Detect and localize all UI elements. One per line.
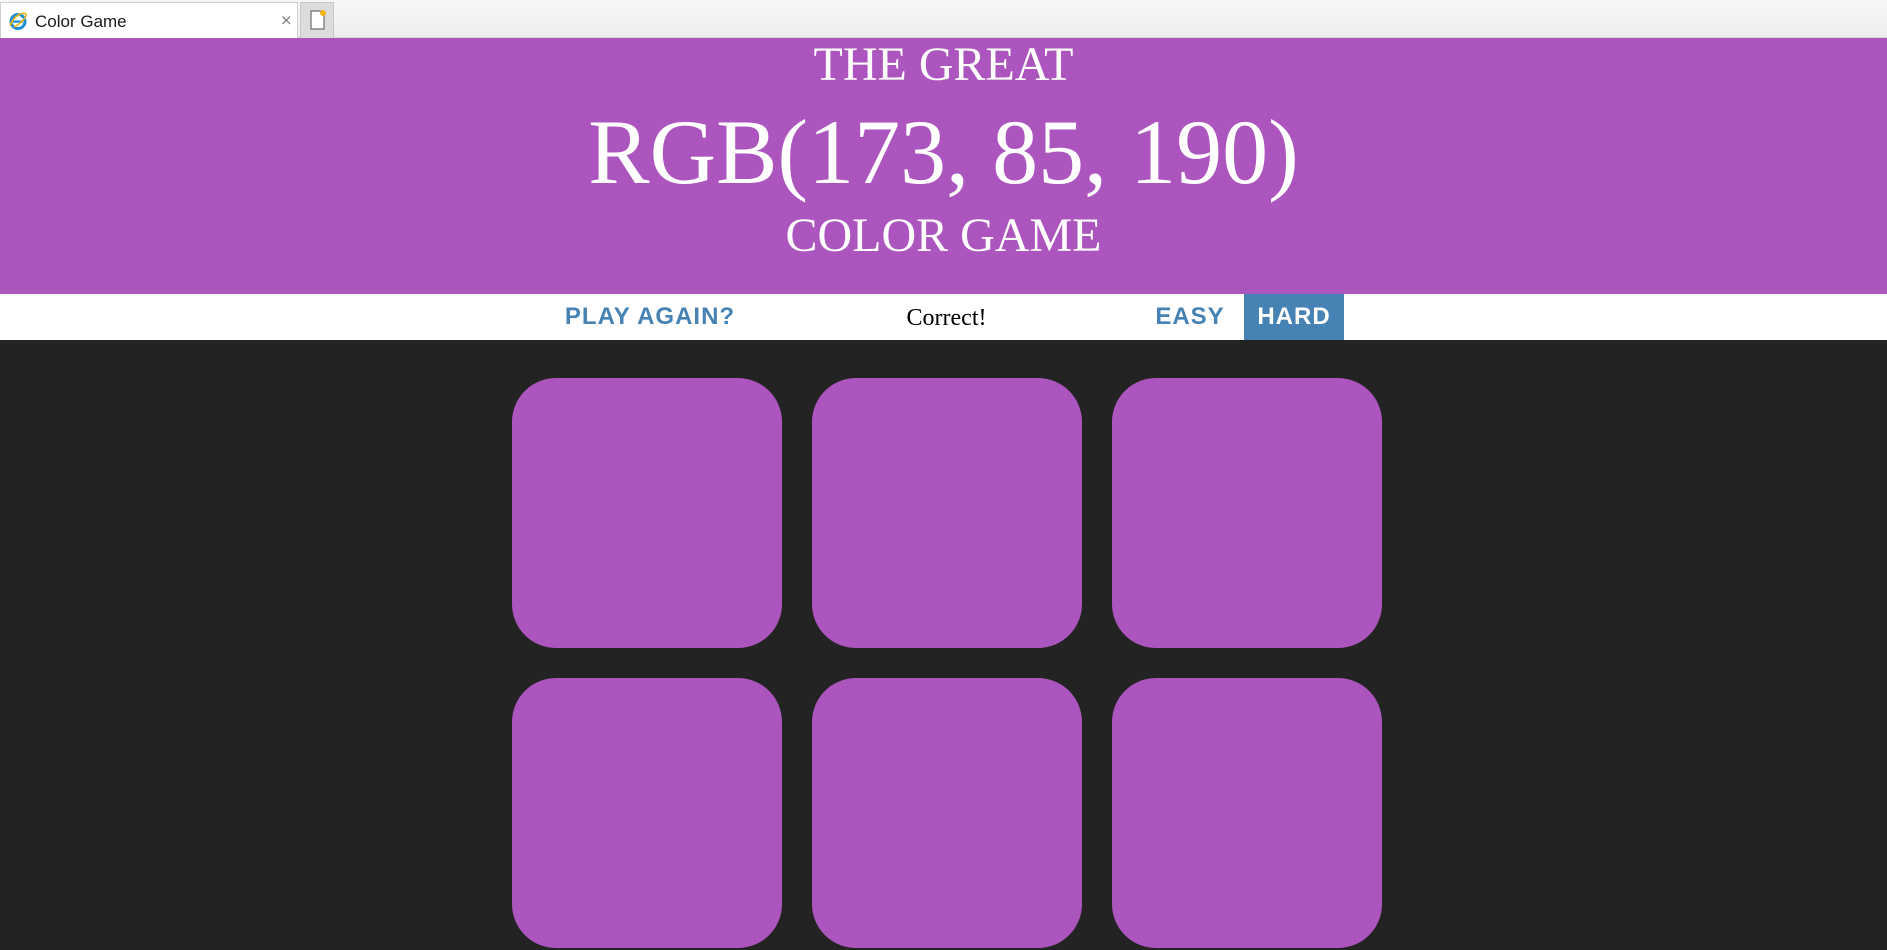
new-tab-button[interactable] bbox=[300, 2, 334, 38]
hard-mode-button[interactable]: HARD bbox=[1244, 294, 1344, 340]
header-title-top: THE GREAT bbox=[813, 38, 1074, 91]
color-square[interactable] bbox=[812, 378, 1082, 648]
color-square[interactable] bbox=[1112, 678, 1382, 948]
color-square[interactable] bbox=[812, 678, 1082, 948]
status-message: Correct! bbox=[906, 305, 987, 331]
control-bar: PLAY AGAIN? Correct! EASY HARD bbox=[0, 294, 1887, 340]
color-square[interactable] bbox=[512, 678, 782, 948]
browser-tab[interactable]: Color Game × bbox=[0, 2, 298, 38]
squares-container bbox=[0, 340, 1887, 950]
tab-title: Color Game bbox=[35, 12, 127, 31]
tab-close-icon[interactable]: × bbox=[280, 11, 293, 29]
browser-tab-strip: Color Game × bbox=[0, 0, 1887, 38]
game-header: THE GREAT RGB(173, 85, 190) COLOR GAME bbox=[0, 38, 1887, 294]
color-square[interactable] bbox=[512, 378, 782, 648]
new-tab-icon bbox=[310, 10, 326, 30]
rgb-display: RGB(173, 85, 190) bbox=[588, 101, 1299, 203]
internet-explorer-icon bbox=[8, 11, 28, 31]
easy-mode-button[interactable]: EASY bbox=[1144, 294, 1236, 340]
header-title-bottom: COLOR GAME bbox=[785, 209, 1102, 262]
play-again-button[interactable]: PLAY AGAIN? bbox=[550, 294, 750, 340]
color-square[interactable] bbox=[1112, 378, 1382, 648]
